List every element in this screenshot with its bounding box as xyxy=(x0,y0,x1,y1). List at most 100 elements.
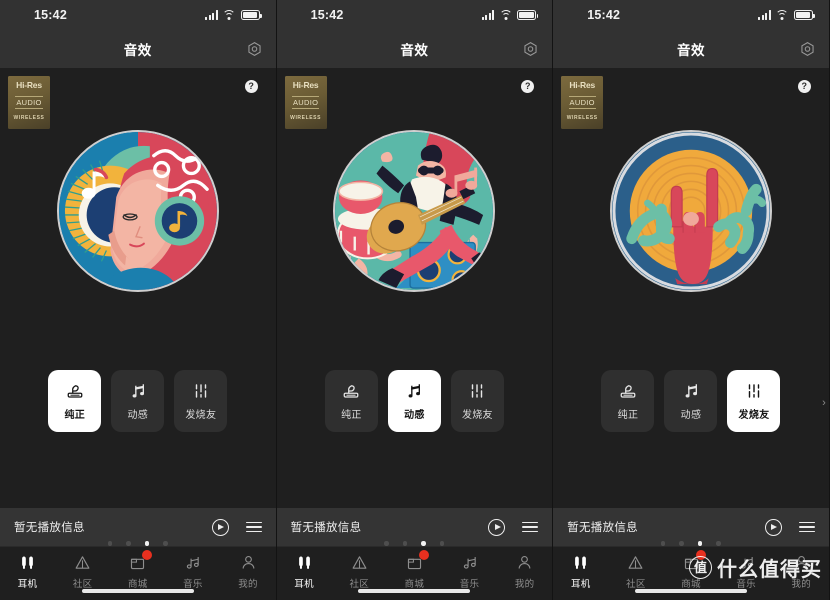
tab-label: 商城 xyxy=(404,579,425,590)
tab-label: 我的 xyxy=(238,579,258,590)
sound-mode-button-2[interactable]: 发烧友 xyxy=(174,370,228,432)
tab-shop[interactable]: 商城 xyxy=(663,550,718,590)
tab-label: 音乐 xyxy=(736,579,756,590)
hires-line1: Hi-Res xyxy=(292,80,319,90)
sound-mode-label: 发烧友 xyxy=(461,410,493,421)
artwork-woman-face-music-illustration[interactable] xyxy=(56,130,219,292)
hires-line3: WIRELESS xyxy=(566,115,598,121)
gramophone-icon xyxy=(619,381,637,400)
tab-earphone[interactable]: 耳机 xyxy=(277,553,332,590)
page-dot[interactable] xyxy=(163,541,168,546)
artwork-rock-hand-tuber-illustration[interactable] xyxy=(609,130,772,292)
page-title: 音效 xyxy=(400,43,429,58)
sound-mode-label: 发烧友 xyxy=(185,410,217,421)
page-dot-active[interactable] xyxy=(421,541,426,546)
page-dot[interactable] xyxy=(107,541,113,546)
page-dot[interactable] xyxy=(126,541,131,546)
playlist-icon[interactable] xyxy=(522,521,539,533)
status-bar: 15:42 xyxy=(276,0,553,30)
sound-mode-button-0[interactable]: 纯正 xyxy=(48,370,102,432)
sound-mode-button-1[interactable]: 动感 xyxy=(387,370,441,432)
tab-bar: 耳机 社区 商城 音乐 我的 xyxy=(553,546,829,600)
gear-icon[interactable] xyxy=(800,42,815,57)
hires-line1: Hi-Res xyxy=(16,80,42,90)
tab-shop[interactable]: 商城 xyxy=(110,550,165,590)
shop-notification-badge xyxy=(695,550,706,560)
tab-profile[interactable]: 我的 xyxy=(774,553,829,590)
tab-music[interactable]: 音乐 xyxy=(442,553,497,590)
sound-mode-button-2[interactable]: 发烧友 xyxy=(450,370,504,432)
wifi-icon xyxy=(775,10,789,20)
sound-mode-button-1[interactable]: 动感 xyxy=(111,370,165,432)
tab-bar: 耳机 社区 商城 音乐 我的 xyxy=(276,546,553,600)
tab-music[interactable]: 音乐 xyxy=(165,553,220,590)
home-indicator xyxy=(634,589,747,593)
tab-community[interactable]: 社区 xyxy=(608,553,663,590)
status-bar: 15:42 xyxy=(553,0,829,30)
now-playing-controls xyxy=(211,518,262,536)
phone-screen-panel: 15:42 音效 Hi-Res AUDIO WIRELESS ? 纯正 动感 发… xyxy=(553,0,830,600)
help-question-icon[interactable]: ? xyxy=(244,80,258,93)
nav-bar: 音效 xyxy=(0,30,276,68)
tab-shop[interactable]: 商城 xyxy=(387,550,442,590)
sound-mode-button-0[interactable]: 纯正 xyxy=(324,370,378,432)
earbuds-icon xyxy=(19,553,36,572)
tab-music[interactable]: 音乐 xyxy=(719,553,774,590)
play-circle-icon[interactable] xyxy=(211,518,229,536)
playlist-icon[interactable] xyxy=(245,521,262,533)
page-dot[interactable] xyxy=(716,541,721,546)
tab-profile[interactable]: 我的 xyxy=(497,553,552,590)
hires-line1: Hi-Res xyxy=(569,80,596,90)
help-question-icon[interactable]: ? xyxy=(797,80,811,93)
page-dot[interactable] xyxy=(660,541,666,546)
tab-earphone[interactable]: 耳机 xyxy=(0,553,55,590)
artwork-guitarist-jumping-illustration[interactable] xyxy=(333,130,496,292)
tab-label: 音乐 xyxy=(183,579,203,590)
wifi-icon xyxy=(222,10,236,20)
page-dot-active[interactable] xyxy=(144,541,150,546)
play-circle-icon[interactable] xyxy=(488,518,506,536)
person-icon xyxy=(793,553,810,572)
phone-screen-panel: 15:42 音效 Hi-Res AUDIO WIRELESS ? 纯正 动感 发… xyxy=(0,0,277,600)
status-indicators xyxy=(481,0,539,30)
hires-line3: WIRELESS xyxy=(13,115,45,121)
status-time: 15:42 xyxy=(587,8,621,22)
sound-mode-button-0[interactable]: 纯正 xyxy=(601,370,655,432)
page-dot[interactable] xyxy=(402,541,408,546)
page-indicator xyxy=(553,541,829,546)
chevron-right-icon[interactable]: › xyxy=(822,398,826,409)
status-indicators xyxy=(758,0,815,30)
gear-icon[interactable] xyxy=(523,42,538,57)
tab-community[interactable]: 社区 xyxy=(55,553,110,590)
page-title: 音效 xyxy=(676,43,705,58)
hires-audio-wireless-badge: Hi-Res AUDIO WIRELESS xyxy=(561,76,604,129)
tab-profile[interactable]: 我的 xyxy=(221,553,276,590)
gear-icon[interactable] xyxy=(247,42,262,57)
help-question-icon[interactable]: ? xyxy=(521,80,535,93)
shop-bag-icon xyxy=(683,550,706,572)
page-dot[interactable] xyxy=(439,541,445,546)
artwork-carousel[interactable] xyxy=(56,130,219,292)
status-bar: 15:42 xyxy=(0,0,276,30)
page-dot[interactable] xyxy=(679,541,684,546)
artwork-carousel[interactable] xyxy=(333,130,496,292)
tab-community[interactable]: 社区 xyxy=(332,553,387,590)
status-time: 15:42 xyxy=(34,8,67,22)
page-dot-active[interactable] xyxy=(697,541,703,546)
sound-mode-button-2[interactable]: 发烧友 xyxy=(727,370,781,432)
sound-mode-label: 动感 xyxy=(127,410,149,421)
sound-mode-button-1[interactable]: 动感 xyxy=(664,370,718,432)
sound-effect-content: Hi-Res AUDIO WIRELESS ? xyxy=(0,68,276,546)
artwork-carousel[interactable] xyxy=(609,130,772,292)
tab-label: 商城 xyxy=(681,579,701,590)
battery-icon xyxy=(517,10,539,20)
now-playing-title: 暂无播放信息 xyxy=(290,522,362,534)
now-playing-controls xyxy=(764,518,815,536)
community-triangle-icon xyxy=(627,553,644,572)
play-circle-icon[interactable] xyxy=(764,518,782,536)
sound-mode-group: 纯正 动感 发烧友 xyxy=(277,370,553,432)
page-dot[interactable] xyxy=(384,541,389,546)
shop-notification-badge xyxy=(418,550,429,560)
tab-earphone[interactable]: 耳机 xyxy=(553,553,608,590)
playlist-icon[interactable] xyxy=(798,521,815,533)
